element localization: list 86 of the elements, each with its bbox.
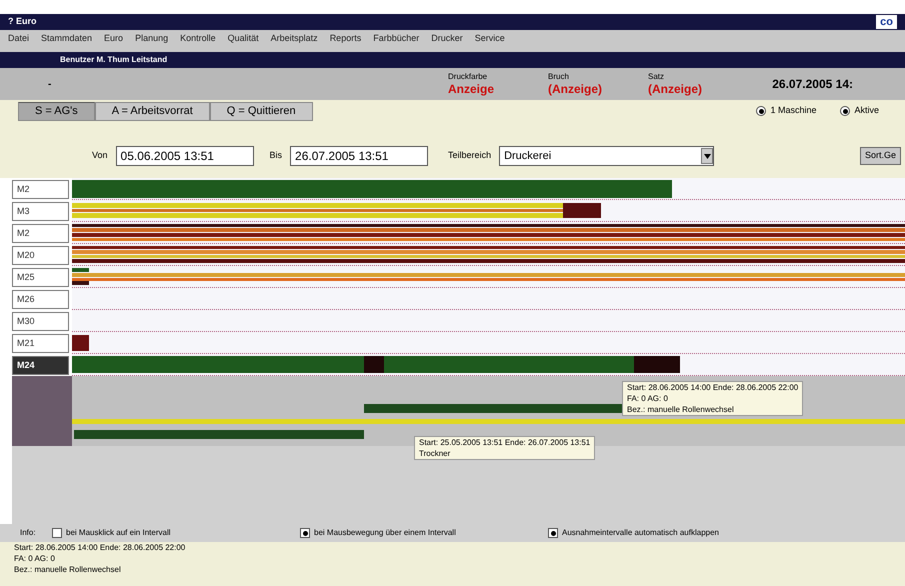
from-label: Von — [92, 149, 108, 162]
row-header-block — [12, 376, 72, 446]
gantt-bar[interactable] — [72, 419, 905, 424]
gantt-bar[interactable] — [72, 250, 905, 254]
checkbox[interactable] — [300, 528, 310, 538]
field-label: Bruch — [548, 72, 570, 82]
machine-label[interactable]: M21 — [12, 334, 69, 352]
tab[interactable]: A = Arbeitsvorrat — [94, 102, 210, 120]
info-text: FA: 0 AG: 0 — [14, 553, 56, 564]
machine-label[interactable]: M3 — [12, 202, 69, 220]
radio-button[interactable] — [756, 106, 766, 116]
tooltip-text: Start: 25.05.2005 13:51 Ende: 26.07.2005 13:51 — [419, 437, 590, 448]
option-label: Ausnahmeintervalle automatisch aufklappen — [562, 527, 719, 539]
gantt-bar[interactable] — [74, 430, 364, 439]
gantt-bar[interactable] — [364, 404, 622, 413]
tab[interactable]: Q = Quittieren — [210, 102, 313, 120]
menu-item[interactable]: Service — [474, 32, 505, 46]
option-label: 1 Maschine — [770, 104, 816, 118]
tooltip-text: Start: 28.06.2005 14:00 Ende: 28.06.2005 22:00 — [627, 382, 798, 393]
gantt-bar[interactable] — [72, 238, 905, 241]
checkbox[interactable] — [548, 528, 558, 538]
menu-item[interactable]: Drucker — [431, 32, 463, 46]
gantt-bar[interactable] — [72, 281, 89, 285]
gantt-bar[interactable] — [72, 246, 905, 249]
info-text: Bez.: manuelle Rollenwechsel — [14, 564, 122, 575]
area-dropdown[interactable]: Druckerei — [499, 146, 714, 166]
tooltip-text: FA: 0 AG: 0 — [627, 393, 669, 404]
machine-label[interactable]: M26 — [12, 290, 69, 308]
gantt-bar[interactable] — [72, 255, 905, 258]
gantt-bar[interactable] — [634, 356, 680, 373]
gantt-bar[interactable] — [72, 228, 905, 232]
gantt-bar[interactable] — [72, 213, 564, 218]
machine-label[interactable]: M2 — [12, 224, 69, 242]
menu-item[interactable]: Datei — [8, 32, 30, 46]
menu-item[interactable]: Reports — [330, 32, 362, 46]
field-value: (Anzeige) — [548, 82, 603, 96]
subtitle: Benutzer M. Thum Leitstand — [60, 54, 168, 66]
from-date-field[interactable]: 05.06.2005 13:51 — [116, 146, 254, 166]
machine-label[interactable]: M2 — [12, 180, 69, 198]
window-title: ? Euro — [8, 15, 36, 28]
menu-item[interactable]: Farbbücher — [373, 32, 420, 46]
option-label: Aktive — [854, 104, 879, 118]
radio-button[interactable] — [840, 106, 850, 116]
gantt-bar[interactable] — [72, 203, 564, 208]
logo: co — [876, 15, 897, 29]
gantt-bar[interactable] — [72, 356, 364, 373]
tooltip-text: Bez.: manuelle Rollenwechsel — [627, 404, 735, 415]
gantt-bar[interactable] — [72, 180, 672, 198]
menu-item[interactable]: Kontrolle — [180, 32, 216, 46]
tab[interactable]: S = AG's — [18, 102, 95, 120]
checkbox[interactable] — [52, 528, 62, 538]
tooltip-text: Trockner — [419, 448, 452, 459]
info-text: Start: 28.06.2005 14:00 Ende: 28.06.2005 22:00 — [14, 542, 186, 553]
menu-item[interactable]: Stammdaten — [41, 32, 92, 46]
gantt-bar[interactable] — [72, 335, 89, 351]
gantt-bar[interactable] — [384, 356, 634, 373]
field-value: Anzeige — [448, 82, 496, 96]
option-label: bei Mausklick auf ein Intervall — [66, 527, 170, 539]
header-marker: - — [48, 78, 52, 92]
menu-item[interactable]: Qualität — [228, 32, 259, 46]
machine-label[interactable]: M30 — [12, 312, 69, 330]
info-label: Info: — [20, 527, 37, 539]
gantt-bar[interactable] — [72, 209, 564, 212]
machine-label[interactable]: M20 — [12, 246, 69, 264]
option-label: bei Mausbewegung über einem Intervall — [314, 527, 456, 539]
date-time: 26.07.2005 14: — [772, 76, 854, 93]
gantt-bar[interactable] — [72, 278, 905, 281]
field-value: (Anzeige) — [648, 82, 703, 96]
sort-button[interactable]: Sort.Ge — [860, 147, 901, 165]
gantt-bar[interactable] — [72, 259, 905, 263]
gantt-bar[interactable] — [72, 233, 905, 237]
gantt-bar[interactable] — [72, 273, 905, 277]
menu-item[interactable]: Euro — [104, 32, 124, 46]
to-label: Bis — [270, 149, 282, 162]
gantt-bar[interactable] — [364, 356, 384, 373]
machine-label[interactable]: M25 — [12, 268, 69, 286]
field-label: Druckfarbe — [448, 72, 488, 82]
gantt-bar[interactable] — [563, 203, 601, 218]
menu-item[interactable]: Planung — [135, 32, 168, 46]
field-label: Satz — [648, 72, 666, 82]
to-date-field[interactable]: 26.07.2005 13:51 — [290, 146, 428, 166]
gantt-bar[interactable] — [72, 268, 89, 272]
machine-label[interactable]: M24 — [12, 356, 69, 374]
gantt-bar[interactable] — [72, 224, 905, 227]
area-label: Teilbereich — [448, 149, 492, 162]
menu-item[interactable]: Arbeitsplatz — [270, 32, 318, 46]
